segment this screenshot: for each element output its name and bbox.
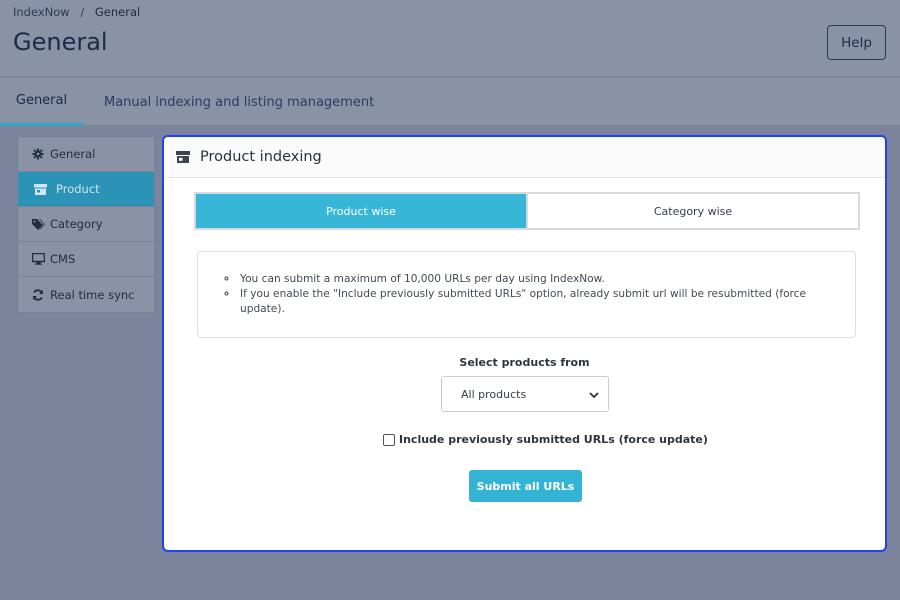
side-item-real-time-sync[interactable]: Real time sync <box>18 277 154 312</box>
page-header: IndexNow / General General Help <box>0 0 900 77</box>
breadcrumb-separator: / <box>80 5 85 19</box>
desktop-icon <box>32 253 46 265</box>
chevron-down-icon <box>589 389 599 402</box>
sync-icon <box>32 288 46 301</box>
info-list: You can submit a maximum of 10,000 URLs … <box>238 272 835 317</box>
page-title: General <box>13 28 108 56</box>
force-update-option: Include previously submitted URLs (force… <box>383 433 708 446</box>
tab-bar: General Manual indexing and listing mana… <box>0 78 900 126</box>
submit-all-urls-button[interactable]: Submit all URLs <box>469 470 582 502</box>
gear-icon <box>32 148 46 160</box>
select-value: All products <box>461 387 527 401</box>
side-item-category[interactable]: Category <box>18 207 154 242</box>
side-item-label: General <box>50 147 96 161</box>
indexing-mode-toggle: Product wise Category wise <box>194 192 860 230</box>
store-icon <box>34 183 48 195</box>
info-item: You can submit a maximum of 10,000 URLs … <box>238 272 835 287</box>
info-item: If you enable the "Include previously su… <box>238 287 835 317</box>
breadcrumb-root[interactable]: IndexNow <box>13 5 70 19</box>
force-update-checkbox[interactable] <box>383 433 395 446</box>
side-item-label: CMS <box>50 252 76 266</box>
info-box: You can submit a maximum of 10,000 URLs … <box>197 251 856 338</box>
breadcrumb-current: General <box>94 5 141 19</box>
panel-title: Product indexing <box>200 149 322 165</box>
side-item-cms[interactable]: CMS <box>18 242 154 277</box>
side-item-general[interactable]: General <box>18 137 154 172</box>
product-indexing-panel: Product indexing Product wise Category w… <box>162 135 887 552</box>
tab-general[interactable]: General <box>0 78 83 126</box>
products-source-select[interactable]: All products <box>441 376 609 412</box>
tags-icon <box>32 218 46 230</box>
side-menu: General Product Category CMS Real time s… <box>17 136 155 313</box>
side-item-product[interactable]: Product <box>18 172 154 207</box>
side-item-label: Product <box>56 182 100 196</box>
select-products-label: Select products from <box>459 356 590 369</box>
help-button[interactable]: Help <box>827 25 886 60</box>
category-wise-button[interactable]: Category wise <box>526 194 858 228</box>
panel-header: Product indexing <box>164 137 885 178</box>
product-wise-button[interactable]: Product wise <box>196 194 526 228</box>
force-update-label[interactable]: Include previously submitted URLs (force… <box>399 433 708 446</box>
breadcrumb: IndexNow / General <box>13 5 140 19</box>
tab-manual-indexing[interactable]: Manual indexing and listing management <box>104 78 374 126</box>
side-item-label: Category <box>50 217 103 231</box>
side-item-label: Real time sync <box>50 287 135 302</box>
store-icon <box>176 148 190 167</box>
